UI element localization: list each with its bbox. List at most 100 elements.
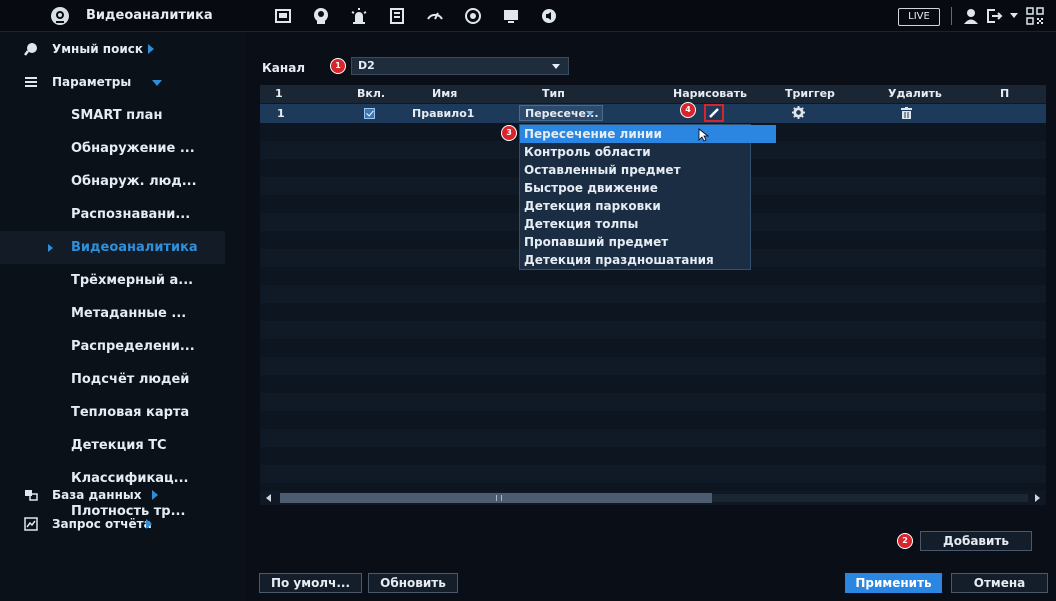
sidebar-item-people-count[interactable]: Подсчёт людей: [0, 363, 225, 396]
row-index: 1: [277, 107, 285, 120]
sidebar-item-label: Детекция ТС: [71, 438, 167, 453]
sidebar-item-vehicle-detection[interactable]: Детекция ТС: [0, 429, 225, 462]
sidebar-item-label: База данных: [52, 488, 142, 502]
table-row[interactable]: 1 Правило1 Пересече...: [260, 104, 1046, 123]
row-type-select[interactable]: Пересече...: [519, 105, 603, 121]
sidebar-item-metadata[interactable]: Метаданные ...: [0, 297, 225, 330]
cancel-button[interactable]: Отмена: [951, 573, 1048, 593]
sidebar-item-heatmap[interactable]: Тепловая карта: [0, 396, 225, 429]
record-icon[interactable]: [462, 6, 484, 26]
table-row-empty: [260, 321, 1046, 339]
column-header-type: Тип: [542, 87, 565, 100]
column-header-name: Имя: [432, 87, 458, 100]
step-badge-2: 2: [897, 533, 913, 549]
delete-trash-icon[interactable]: [901, 107, 912, 122]
camera-icon[interactable]: [272, 6, 294, 26]
channel-select-value: D2: [358, 59, 375, 72]
chevron-down-icon: [152, 80, 162, 86]
sidebar-item-label: Обнаруж. люд...: [71, 174, 197, 189]
column-header-more: П: [1000, 87, 1010, 100]
table-header: 1 Вкл. Имя Тип Нарисовать Триггер Удалит…: [260, 85, 1046, 103]
refresh-button[interactable]: Обновить: [368, 573, 458, 593]
draw-button[interactable]: [704, 104, 724, 122]
logout-icon[interactable]: [984, 6, 1006, 26]
grip-icon: [496, 495, 502, 501]
chevron-down-icon[interactable]: [1008, 6, 1020, 26]
table-row-empty: [260, 285, 1046, 303]
channel-label: Канал: [262, 61, 306, 75]
alarm-icon[interactable]: [348, 6, 370, 26]
column-header-trigger: Триггер: [785, 87, 835, 100]
sidebar-item-label: Распределени...: [71, 339, 195, 354]
list-icon: [24, 75, 38, 89]
chevron-right-icon: [146, 519, 152, 529]
step-badge-3: 3: [501, 125, 517, 141]
step-badge-1: 1: [330, 58, 346, 74]
sidebar-item-recognition[interactable]: Распознавани...: [0, 198, 225, 231]
type-option-loitering[interactable]: Детекция праздношатания: [520, 251, 750, 269]
storage-icon[interactable]: [386, 6, 408, 26]
sidebar-item-smart-search[interactable]: Умный поиск: [0, 33, 225, 66]
type-option-line-crossing[interactable]: Пересечение линии: [520, 125, 776, 143]
type-option-left-object[interactable]: Оставленный предмет: [520, 161, 750, 179]
search-icon: [24, 42, 38, 56]
qr-icon[interactable]: [1024, 6, 1046, 26]
sidebar-item-label: Видеоаналитика: [71, 240, 198, 255]
scroll-left-icon[interactable]: [266, 494, 271, 502]
type-option-parking[interactable]: Детекция парковки: [520, 197, 750, 215]
table-row-empty: [260, 393, 1046, 411]
channel-select[interactable]: D2: [351, 57, 569, 75]
add-button[interactable]: Добавить: [920, 531, 1032, 551]
sidebar-item-params[interactable]: Параметры: [0, 66, 225, 99]
network-icon[interactable]: [424, 6, 446, 26]
sidebar-item-report[interactable]: Запрос отчёта: [0, 508, 225, 541]
horizontal-scrollbar[interactable]: [260, 491, 1046, 505]
app-logo-icon: [50, 6, 70, 26]
audio-icon[interactable]: [538, 6, 560, 26]
sidebar-item-3d[interactable]: Трёхмерный а...: [0, 264, 225, 297]
scroll-right-icon[interactable]: [1035, 494, 1040, 502]
scroll-thumb[interactable]: [280, 493, 712, 503]
live-button[interactable]: LIVE: [898, 8, 940, 26]
table-row-empty: [260, 429, 1046, 447]
type-option-crowd[interactable]: Детекция толпы: [520, 215, 750, 233]
table-row-empty: [260, 465, 1046, 483]
row-enabled-checkbox[interactable]: [364, 108, 375, 119]
type-option-area-control[interactable]: Контроль области: [520, 143, 750, 161]
sidebar-item-people-detection[interactable]: Обнаруж. люд...: [0, 165, 225, 198]
face-icon[interactable]: [310, 6, 332, 26]
apply-button[interactable]: Применить: [845, 573, 942, 593]
type-option-label: Пересечение линии: [524, 127, 662, 141]
top-bar: Видеоаналитика LIVE: [0, 0, 1056, 32]
step-badge-4: 4: [680, 102, 696, 118]
sidebar-item-label: Обнаружение ...: [71, 141, 195, 156]
report-icon: [24, 517, 38, 531]
sidebar-item-smart-plan[interactable]: SMART план: [0, 99, 225, 132]
table-row-empty: [260, 303, 1046, 321]
sidebar-item-label: Подсчёт людей: [71, 372, 190, 387]
sidebar-item-label: Умный поиск: [52, 42, 143, 56]
trigger-gear-icon[interactable]: [792, 106, 805, 122]
user-icon[interactable]: [960, 6, 982, 26]
type-option-fast-motion[interactable]: Быстрое движение: [520, 179, 750, 197]
table-row-empty: [260, 357, 1046, 375]
column-header-index: 1: [275, 87, 283, 100]
sidebar-item-label: Запрос отчёта: [52, 517, 152, 531]
active-marker-icon: [48, 244, 53, 252]
type-option-missing-object[interactable]: Пропавший предмет: [520, 233, 750, 251]
table-row-empty: [260, 411, 1046, 429]
sidebar-item-distribution[interactable]: Распределени...: [0, 330, 225, 363]
sidebar-item-detection[interactable]: Обнаружение ...: [0, 132, 225, 165]
column-header-enabled: Вкл.: [357, 87, 386, 100]
column-header-draw: Нарисовать: [673, 87, 748, 100]
row-name: Правило1: [412, 107, 475, 120]
sidebar-item-video-analytics[interactable]: Видеоаналитика: [0, 231, 225, 264]
chevron-right-icon: [152, 490, 158, 500]
sidebar-item-label: Параметры: [52, 75, 132, 89]
chevron-down-icon: [586, 111, 594, 116]
mouse-cursor-icon: [698, 128, 710, 142]
sidebar-item-label: SMART план: [71, 108, 163, 123]
display-icon[interactable]: [500, 6, 522, 26]
sidebar-item-label: Метаданные ...: [71, 306, 187, 321]
default-button[interactable]: По умолч...: [259, 573, 362, 593]
